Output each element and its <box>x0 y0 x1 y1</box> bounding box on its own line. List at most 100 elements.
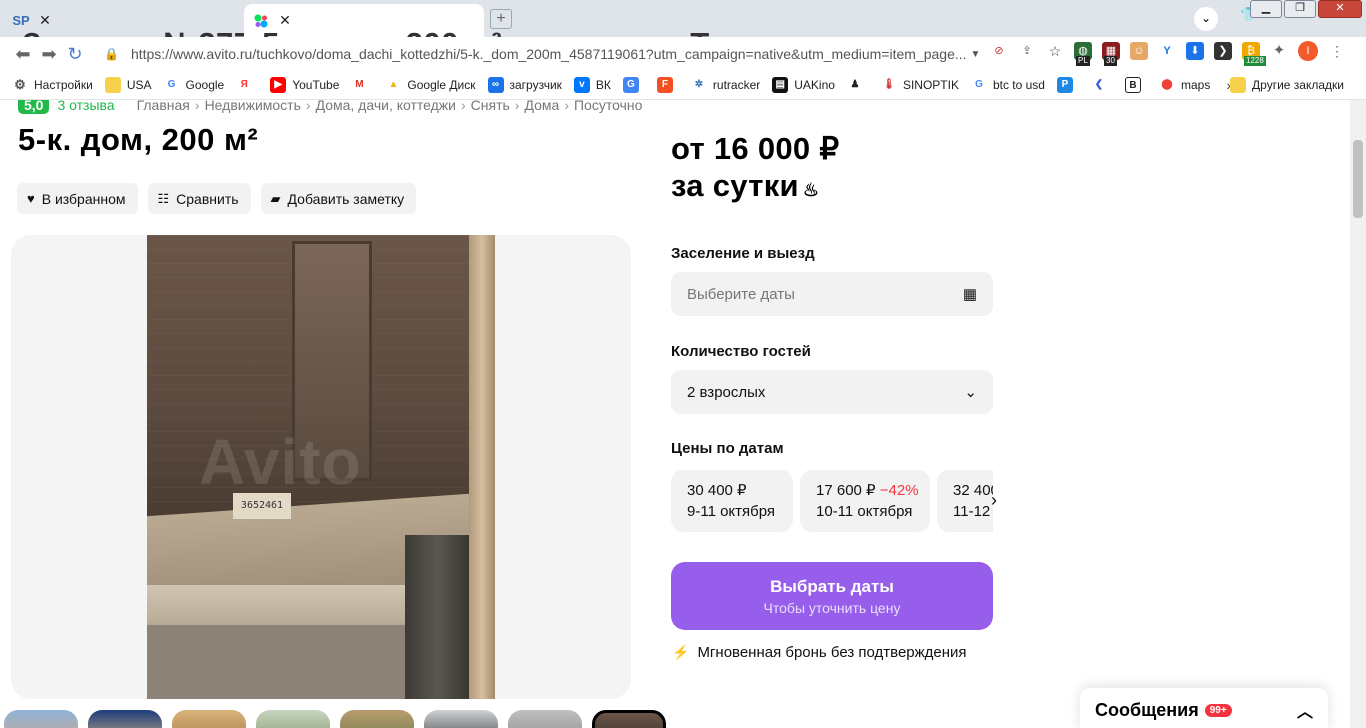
breadcrumb-homes[interactable]: Дома <box>524 100 559 113</box>
address-bar[interactable]: 🔒 https://www.avito.ru/tuchkovo/doma_dac… <box>104 40 984 68</box>
dropdown-icon[interactable]: ▼ <box>971 49 981 60</box>
thumbnail[interactable] <box>4 710 78 728</box>
face-ext-icon[interactable]: ☺ <box>1130 42 1148 60</box>
thumbnail[interactable] <box>340 710 414 728</box>
new-tab-button[interactable]: + <box>490 9 512 29</box>
bookmark-youtube[interactable]: ▶ YouTube <box>270 77 339 93</box>
google-icon: G <box>975 79 983 90</box>
globe-ext-icon[interactable]: ◍ PL <box>1074 42 1092 66</box>
breadcrumb-daily[interactable]: Посуточно <box>574 100 642 113</box>
chevron-right-icon: › <box>194 100 200 113</box>
photo-bench <box>147 585 407 625</box>
thumbnail-selected[interactable] <box>592 710 666 728</box>
bitcoin-ext-icon[interactable]: ₿ 1228 <box>1242 42 1266 66</box>
chevron-right-icon[interactable]: › <box>991 490 997 511</box>
bookmark-downloader[interactable]: ∞ загрузчик <box>487 77 562 93</box>
bookmark-f[interactable]: F <box>656 77 679 93</box>
bookmark-vk[interactable]: v ВК <box>573 77 611 93</box>
share-icon[interactable]: ⇪ <box>1018 42 1036 60</box>
bookmarks-bar: ⚙ Настройки USA G Google Я ▶ YouTube M ▲ Goo… <box>0 71 1366 100</box>
tab-task[interactable]: SP Задание №2777087 - просмотр з ✕ <box>4 4 528 61</box>
yandex-icon: Я <box>240 79 248 90</box>
thumbnail[interactable] <box>172 710 246 728</box>
choose-dates-button[interactable]: Выбрать даты Чтобы уточнить цену <box>671 562 993 630</box>
discount-badge: −42% <box>879 482 919 499</box>
bookmark-label: загрузчик <box>509 78 562 92</box>
bookmark-btc[interactable]: Gbtc to usd <box>971 77 1045 93</box>
reviews-link[interactable]: 3 отзыва <box>57 100 114 113</box>
dates-picker[interactable]: Выберите даты ▦ <box>671 272 993 316</box>
profile-avatar[interactable]: I <box>1298 41 1318 61</box>
scrollbar-thumb[interactable] <box>1353 140 1363 218</box>
maximize-button[interactable]: ❐ <box>1284 0 1316 18</box>
bookmark-uakino[interactable]: ▤ UAKino <box>772 77 835 93</box>
bookmark-label: Google Диск <box>407 78 476 92</box>
messages-widget[interactable]: Сообщения 99+ ︿ <box>1080 688 1328 728</box>
price-card[interactable]: 30 400 ₽ 9-11 октября <box>671 470 793 532</box>
bookmark-yandex[interactable]: Я <box>236 77 258 93</box>
ext-badge: 1228 <box>1244 56 1266 66</box>
forward-button[interactable]: ➡ <box>36 41 62 67</box>
bookmark-arrow[interactable]: ❮ <box>1091 77 1113 93</box>
bookmark-sinoptik[interactable]: 🌡 SINOPTIK <box>881 77 959 93</box>
price-card-price: 17 600 ₽ <box>816 482 876 499</box>
thumbnail[interactable] <box>88 710 162 728</box>
add-note-button[interactable]: ▰ Добавить заметку <box>260 183 417 214</box>
thumbnail[interactable] <box>424 710 498 728</box>
bookmark-settings[interactable]: ⚙ Настройки <box>12 77 93 93</box>
gmail-icon: M <box>355 79 364 90</box>
chevron-down-icon: ⌄ <box>964 384 977 401</box>
bookmark-usa[interactable]: USA <box>104 77 152 93</box>
tab-search-icon[interactable]: ⌄ <box>1194 7 1218 31</box>
bookmark-gmail[interactable]: M <box>351 77 373 93</box>
arrow-ext-icon[interactable]: ❯ <box>1214 42 1232 60</box>
download-icon[interactable]: ⬇ <box>1186 42 1204 60</box>
breadcrumb-realty[interactable]: Недвижимость <box>205 100 301 113</box>
price-block: от 16 000 ₽ за сутки ♨ <box>671 130 839 209</box>
thumbnail[interactable] <box>508 710 582 728</box>
photo-thumbnails <box>4 710 666 728</box>
calendar-ext-icon[interactable]: ▦ 30 <box>1102 42 1120 66</box>
close-window-button[interactable]: ✕ <box>1318 0 1362 18</box>
url-text: https://www.avito.ru/tuchkovo/doma_dachi… <box>130 46 967 62</box>
photo-gallery[interactable]: 3652461 Avito <box>11 235 631 699</box>
bookmark-person[interactable]: ♟ <box>847 77 869 93</box>
bookmark-p[interactable]: P <box>1056 77 1079 93</box>
bookmark-bc[interactable]: B <box>1124 77 1147 93</box>
messages-badge: 99+ <box>1204 703 1232 717</box>
price-card[interactable]: 17 600 ₽ −42% 10-11 октября <box>800 470 930 532</box>
guests-select[interactable]: 2 взрослых ⌄ <box>671 370 993 414</box>
star-icon[interactable]: ☆ <box>1046 42 1064 60</box>
bookmark-translate[interactable]: G <box>622 77 645 93</box>
chevron-right-icon: › <box>460 100 466 113</box>
tab-avito[interactable]: 5-к. дом, 200 м² в аренду в Тучко ✕ <box>244 4 779 61</box>
bookmark-google[interactable]: G Google <box>164 77 225 93</box>
heart-icon: ♥ <box>27 191 35 206</box>
back-button[interactable]: ⬅ <box>10 41 36 67</box>
page-scrollbar[interactable] <box>1350 100 1366 728</box>
breadcrumb-houses[interactable]: Дома, дачи, коттеджи <box>316 100 456 113</box>
y-ext-icon[interactable]: Y <box>1158 42 1176 60</box>
lock-icon[interactable]: 🔒 <box>104 47 119 61</box>
reload-button[interactable]: ↻ <box>62 41 88 67</box>
breadcrumb: 5,0 3 отзыва Главная › Недвижимость › До… <box>18 100 642 114</box>
thumbnail[interactable] <box>256 710 330 728</box>
bookmark-label: ВК <box>595 78 611 92</box>
breadcrumb-home[interactable]: Главная <box>137 100 190 113</box>
bookmark-google-drive[interactable]: ▲ Google Диск <box>385 77 475 93</box>
listing-actions: ♥ В избранном ☷ Сравнить ▰ Добавить заметку <box>17 183 417 214</box>
menu-icon[interactable]: ⋮ <box>1328 42 1346 60</box>
puzzle-icon[interactable]: ✦ <box>1270 42 1288 60</box>
breadcrumb-rent[interactable]: Снять <box>471 100 510 113</box>
bookmark-rutracker[interactable]: ✲ rutracker <box>691 77 761 93</box>
compare-button[interactable]: ☷ Сравнить <box>147 183 251 214</box>
minimize-button[interactable]: ▁ <box>1250 0 1282 18</box>
note-label: Добавить заметку <box>287 190 405 207</box>
bookmark-maps[interactable]: ⬤ maps <box>1159 77 1210 93</box>
chevron-up-icon[interactable]: ︿ <box>1297 698 1313 722</box>
rating-badge: 5,0 <box>18 100 50 114</box>
favorite-button[interactable]: ♥ В избранном <box>17 183 138 214</box>
other-bookmarks[interactable]: Другие закладки <box>1230 77 1344 93</box>
blocked-icon[interactable]: ⊘ <box>990 42 1008 60</box>
price-card[interactable]: 32 400 ₽ 11-12 октября <box>937 470 993 532</box>
